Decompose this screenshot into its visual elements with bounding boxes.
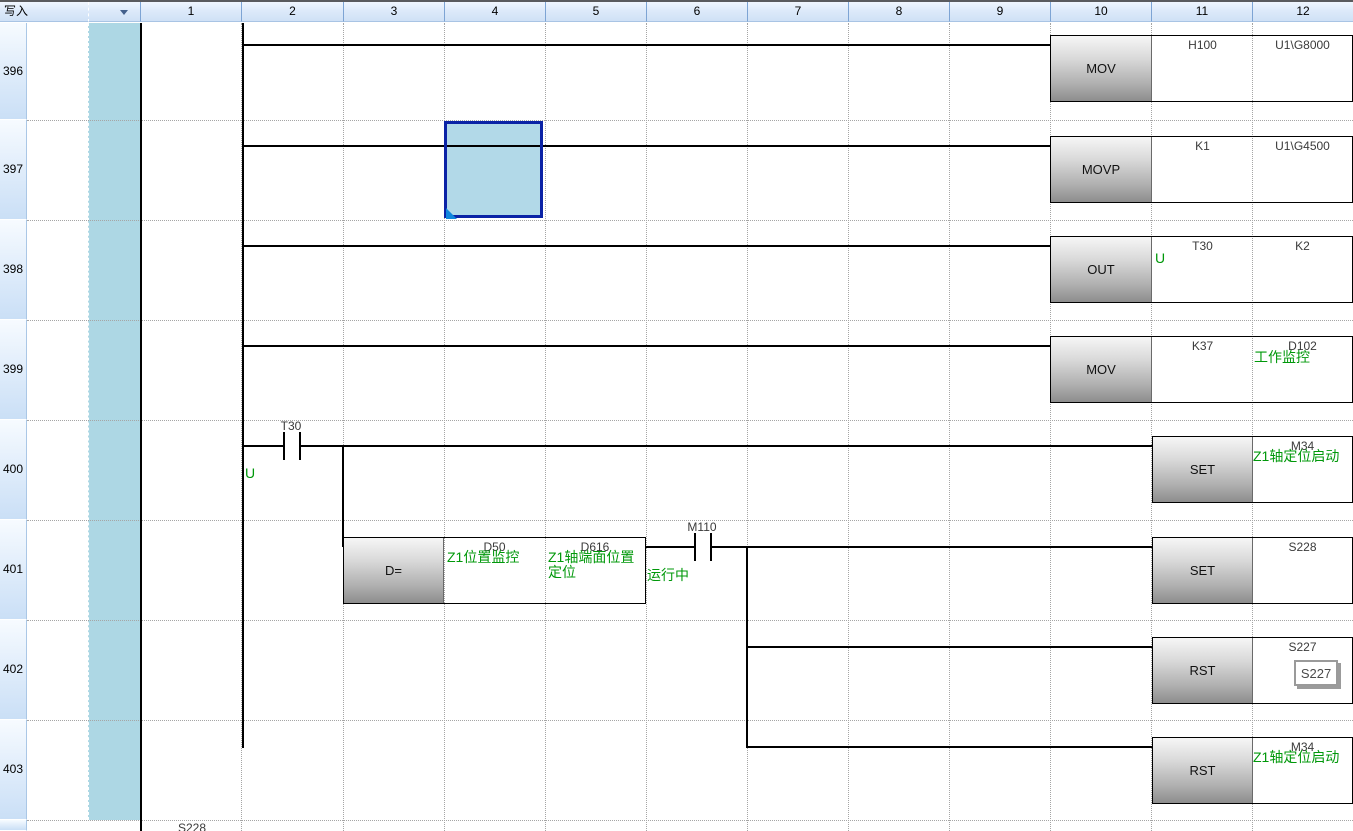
rung-403-line bbox=[746, 746, 1152, 748]
operand-source: K37 bbox=[1152, 339, 1253, 353]
grid-line bbox=[27, 320, 1353, 321]
instruction-mnemonic: RST bbox=[1153, 738, 1253, 803]
left-power-rail bbox=[140, 23, 142, 831]
rung-400-line bbox=[300, 445, 1152, 447]
instruction-mnemonic: SET bbox=[1153, 437, 1253, 502]
contact-t30-label: T30 bbox=[261, 419, 321, 433]
device-comment-d102: 工作监控 bbox=[1254, 350, 1310, 365]
instruction-mnemonic: MOVP bbox=[1051, 137, 1152, 202]
rung-397-line bbox=[242, 145, 1050, 147]
rung-396-line bbox=[242, 44, 1050, 46]
column-header-3: 3 bbox=[343, 2, 444, 22]
instruction-block-rst-403[interactable]: RST M34 bbox=[1152, 737, 1353, 804]
edit-cursor-icon bbox=[446, 208, 457, 219]
contact-m110-comment: 运行中 bbox=[647, 568, 689, 583]
instruction-mnemonic: MOV bbox=[1051, 337, 1152, 402]
rung-402-line bbox=[746, 646, 1152, 648]
column-header-2: 2 bbox=[241, 2, 343, 22]
device-marker: U bbox=[1155, 251, 1165, 266]
row-header-404 bbox=[0, 820, 27, 831]
contact-m110[interactable] bbox=[694, 533, 696, 561]
instruction-block-mov-399[interactable]: MOV K37 D102 bbox=[1050, 336, 1353, 403]
grid-line bbox=[27, 220, 1353, 221]
branch-bus-line bbox=[242, 23, 244, 748]
device-comment-m34: Z1轴定位启动 bbox=[1253, 449, 1339, 464]
write-mode-label: 写入 bbox=[0, 2, 88, 22]
mode-dropdown[interactable] bbox=[88, 2, 140, 22]
row-header-396: 396 bbox=[0, 23, 27, 120]
rung-398-line bbox=[242, 245, 1050, 247]
selection-cursor[interactable] bbox=[444, 121, 543, 218]
column-header-9: 9 bbox=[949, 2, 1050, 22]
operand-device: T30 bbox=[1152, 239, 1253, 253]
instruction-mnemonic: MOV bbox=[1051, 36, 1152, 101]
rung-399-line bbox=[242, 345, 1050, 347]
contact-s228-label: S228 bbox=[162, 821, 222, 831]
grid-line bbox=[27, 720, 1353, 721]
ladder-editor-window: 写入 1 2 3 4 5 6 7 8 9 10 11 12 396 397 39… bbox=[0, 0, 1353, 831]
row-header-397: 397 bbox=[0, 120, 27, 220]
column-header-1: 1 bbox=[140, 2, 241, 22]
contact-m110[interactable] bbox=[710, 533, 712, 561]
rung-400-line bbox=[242, 445, 283, 447]
compare-mnemonic: D= bbox=[344, 538, 444, 603]
operand-value: K2 bbox=[1253, 239, 1352, 253]
instruction-mnemonic: RST bbox=[1153, 638, 1253, 703]
row-header-403: 403 bbox=[0, 720, 27, 820]
device-comment-d616: Z1轴端面位置定位 bbox=[548, 550, 645, 580]
column-header-5: 5 bbox=[545, 2, 646, 22]
instruction-block-set-401[interactable]: SET S228 bbox=[1152, 537, 1353, 604]
column-header-8: 8 bbox=[848, 2, 949, 22]
column-header-10: 10 bbox=[1050, 2, 1151, 22]
grid-line bbox=[27, 120, 1353, 121]
row-header-402: 402 bbox=[0, 620, 27, 720]
device-tooltip: S227 bbox=[1294, 660, 1338, 686]
rung-401-line bbox=[645, 546, 694, 548]
contact-t30-marker: U bbox=[245, 466, 255, 481]
instruction-block-out-398[interactable]: OUT T30 K2 U bbox=[1050, 236, 1353, 303]
device-comment-d50: Z1位置监控 bbox=[447, 550, 519, 565]
chevron-down-icon bbox=[120, 10, 128, 15]
column-header-7: 7 bbox=[747, 2, 848, 22]
operand-device: S227 bbox=[1253, 640, 1352, 654]
rung-401-line bbox=[711, 546, 1152, 548]
instruction-block-mov-396[interactable]: MOV H100 U1\G8000 bbox=[1050, 35, 1353, 102]
row-header-400: 400 bbox=[0, 420, 27, 520]
contact-t30[interactable] bbox=[299, 432, 301, 460]
instruction-mnemonic: SET bbox=[1153, 538, 1253, 603]
contact-m110-label: M110 bbox=[672, 520, 732, 534]
window-top-border bbox=[0, 0, 1353, 2]
column-header-6: 6 bbox=[646, 2, 747, 22]
operand-source: H100 bbox=[1152, 38, 1253, 52]
instruction-block-set-400[interactable]: SET M34 bbox=[1152, 436, 1353, 503]
grid-line bbox=[27, 420, 1353, 421]
column-header-12: 12 bbox=[1252, 2, 1353, 22]
edit-range-strip bbox=[88, 23, 141, 820]
row-header-401: 401 bbox=[0, 520, 27, 620]
device-comment-m34: Z1轴定位启动 bbox=[1253, 750, 1339, 765]
column-header-11: 11 bbox=[1151, 2, 1252, 22]
grid-line bbox=[27, 620, 1353, 621]
instruction-block-movp-397[interactable]: MOVP K1 U1\G4500 bbox=[1050, 136, 1353, 203]
branch-line-400-401 bbox=[342, 446, 344, 547]
column-header-4: 4 bbox=[444, 2, 545, 22]
grid-line bbox=[27, 820, 1353, 821]
contact-t30[interactable] bbox=[283, 432, 285, 460]
instruction-mnemonic: OUT bbox=[1051, 237, 1152, 302]
row-header-398: 398 bbox=[0, 220, 27, 320]
operand-source: K1 bbox=[1152, 139, 1253, 153]
operand-dest: U1\G8000 bbox=[1253, 38, 1352, 52]
branch-line-401-403 bbox=[746, 547, 748, 748]
operand-dest: U1\G4500 bbox=[1253, 139, 1352, 153]
operand-device: S228 bbox=[1253, 540, 1352, 554]
row-header-399: 399 bbox=[0, 320, 27, 420]
